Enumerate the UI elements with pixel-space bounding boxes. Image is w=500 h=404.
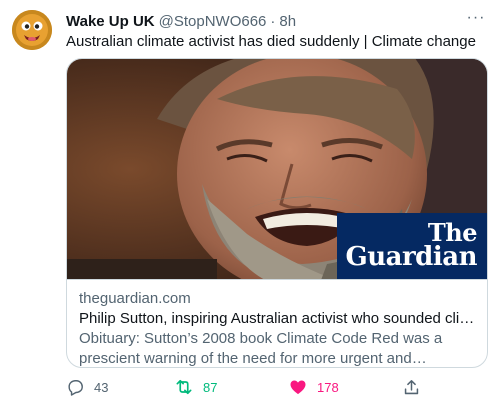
like-button[interactable]: 178	[288, 376, 339, 398]
reply-button[interactable]: 43	[66, 376, 108, 398]
share-icon	[404, 379, 419, 394]
retweet-button[interactable]: 87	[174, 376, 217, 398]
reply-count: 43	[94, 379, 109, 395]
user-handle[interactable]: @StopNWO666	[159, 13, 267, 30]
separator-dot: ·	[270, 12, 276, 30]
card-image: The Guardian	[67, 59, 487, 279]
action-bar: 43 87 178	[58, 376, 488, 398]
link-card[interactable]: The Guardian theguardian.com Philip Sutt…	[66, 58, 488, 368]
guardian-logo: The Guardian	[337, 213, 487, 279]
heart-icon	[290, 380, 306, 395]
card-title[interactable]: Philip Sutton, inspiring Australian acti…	[79, 309, 475, 329]
tweet-text: Australian climate activist has died sud…	[66, 33, 476, 50]
display-name[interactable]: Wake Up UK	[66, 13, 155, 30]
card-domain: theguardian.com	[79, 290, 191, 307]
avatar[interactable]	[12, 10, 52, 50]
tweet-header: Wake Up UK @StopNWO666 · 8h	[66, 11, 460, 31]
retweet-count: 87	[203, 379, 218, 395]
card-meta: theguardian.com Philip Sutton, inspiring…	[67, 279, 487, 367]
tweet-time[interactable]: 8h	[279, 13, 296, 30]
card-description: Obituary: Sutton’s 2008 book Climate Cod…	[79, 330, 443, 367]
reply-icon	[68, 379, 83, 396]
tweet[interactable]: Wake Up UK @StopNWO666 · 8h ··· Australi…	[0, 0, 500, 404]
more-options-icon[interactable]: ···	[464, 8, 488, 28]
orange-face-avatar-icon	[12, 10, 52, 50]
like-count: 178	[317, 379, 339, 395]
logo-line2: Guardian	[345, 242, 478, 272]
share-button[interactable]	[402, 376, 421, 398]
retweet-icon	[176, 379, 192, 395]
